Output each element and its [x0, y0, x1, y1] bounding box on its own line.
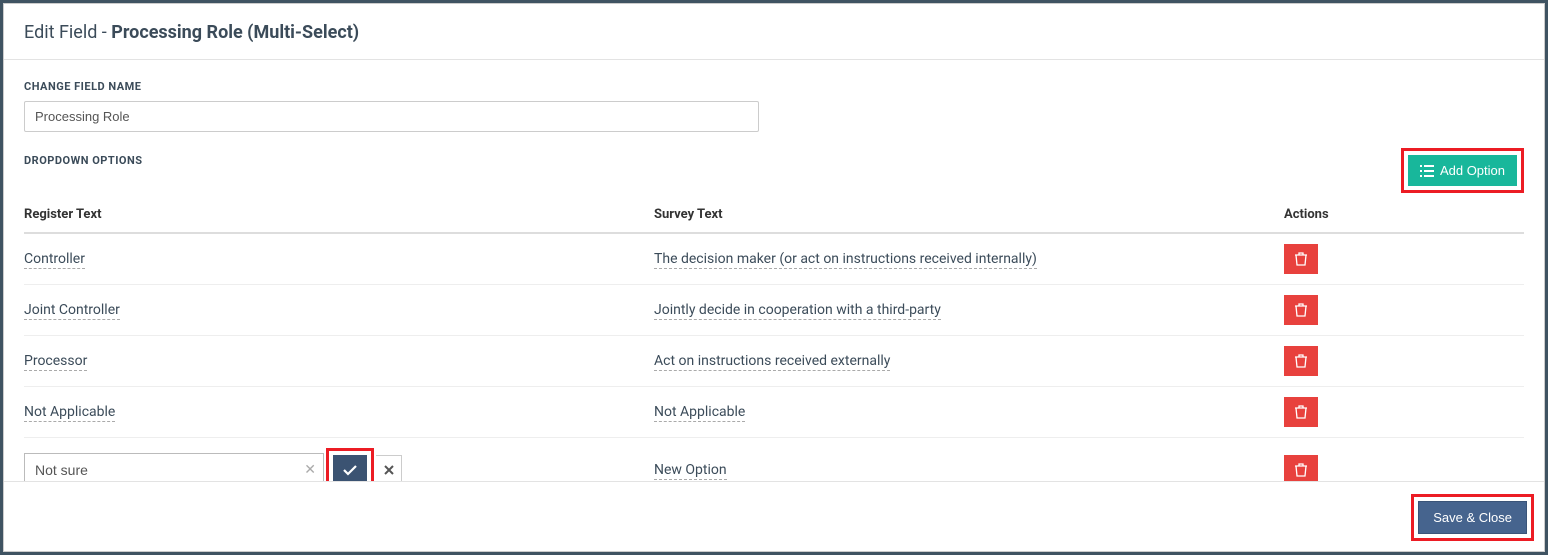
trash-icon	[1295, 303, 1307, 317]
trash-icon	[1295, 354, 1307, 368]
table-row: Processor Act on instructions received e…	[24, 336, 1524, 387]
add-option-button[interactable]: Add Option	[1408, 155, 1517, 186]
delete-button[interactable]	[1284, 455, 1318, 481]
add-option-label: Add Option	[1440, 163, 1505, 178]
register-text[interactable]: Joint Controller	[24, 302, 120, 320]
table-row-editing: ✕	[24, 438, 1524, 482]
register-text[interactable]: Not Applicable	[24, 404, 115, 422]
edit-cell: ✕	[24, 448, 646, 481]
col-actions-header: Actions	[1284, 197, 1524, 233]
survey-text[interactable]: Act on instructions received externally	[654, 353, 890, 371]
modal-header: Edit Field - Processing Role (Multi-Sele…	[4, 4, 1544, 60]
close-icon	[384, 465, 394, 475]
clear-input-icon[interactable]: ✕	[304, 462, 316, 478]
register-text[interactable]: Controller	[24, 251, 85, 269]
dropdown-options-label: DROPDOWN OPTIONS	[24, 154, 143, 167]
list-icon	[1420, 165, 1434, 177]
delete-button[interactable]	[1284, 295, 1318, 325]
trash-icon	[1295, 252, 1307, 266]
modal-body: CHANGE FIELD NAME DROPDOWN OPTIONS Add O…	[4, 60, 1544, 481]
survey-text[interactable]: New Option	[654, 462, 727, 480]
edit-field-modal: Edit Field - Processing Role (Multi-Sele…	[3, 3, 1545, 552]
confirm-button[interactable]	[333, 455, 367, 481]
col-survey-header: Survey Text	[654, 197, 1284, 233]
delete-button[interactable]	[1284, 346, 1318, 376]
table-row: Controller The decision maker (or act on…	[24, 233, 1524, 285]
table-row: Joint Controller Jointly decide in coope…	[24, 285, 1524, 336]
cancel-edit-button[interactable]	[376, 455, 402, 481]
survey-text[interactable]: Not Applicable	[654, 404, 745, 422]
trash-icon	[1295, 463, 1307, 477]
register-edit-input[interactable]	[24, 453, 324, 481]
survey-text[interactable]: The decision maker (or act on instructio…	[654, 251, 1037, 269]
trash-icon	[1295, 405, 1307, 419]
col-register-header: Register Text	[24, 197, 654, 233]
modal-footer: Save & Close	[4, 481, 1544, 551]
table-row: Not Applicable Not Applicable	[24, 387, 1524, 438]
save-close-button[interactable]: Save & Close	[1418, 501, 1527, 534]
options-table: Register Text Survey Text Actions Contro…	[24, 197, 1524, 481]
change-field-name-label: CHANGE FIELD NAME	[24, 80, 1524, 93]
field-name-input[interactable]	[24, 101, 759, 132]
delete-button[interactable]	[1284, 397, 1318, 427]
confirm-highlight	[326, 448, 374, 481]
save-close-highlight: Save & Close	[1411, 494, 1534, 541]
modal-title-prefix: Edit Field -	[24, 22, 111, 43]
check-icon	[343, 465, 357, 476]
modal-title: Processing Role (Multi-Select)	[111, 22, 359, 43]
register-text[interactable]: Processor	[24, 353, 87, 371]
add-option-highlight: Add Option	[1401, 148, 1524, 193]
survey-text[interactable]: Jointly decide in cooperation with a thi…	[654, 302, 941, 320]
delete-button[interactable]	[1284, 244, 1318, 274]
